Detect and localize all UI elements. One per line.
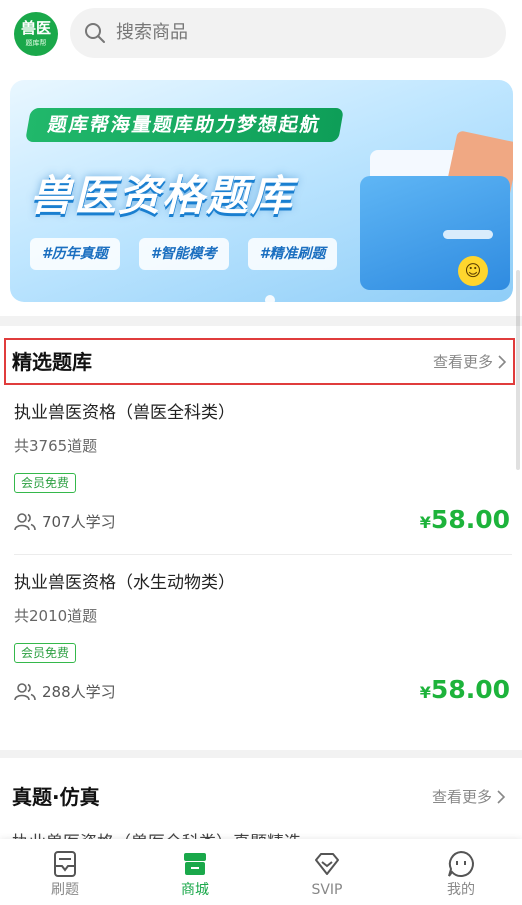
chevron-right-icon[interactable]: [496, 789, 506, 805]
users-icon: [14, 513, 36, 531]
exams-section: 真题·仿真 查看更多 执业兽医资格（兽医全科类）真题精选: [0, 758, 522, 848]
banner-chip: #历年真题: [30, 238, 120, 270]
tab-store[interactable]: 商城: [130, 839, 260, 905]
bottom-tab-bar: 刷题 商城 SVIP 我的: [0, 839, 522, 905]
section-title: 真题·仿真: [12, 785, 100, 809]
profile-chat-icon: [448, 850, 474, 877]
carousel-indicator: [265, 290, 275, 302]
tab-practice[interactable]: 刷题: [0, 839, 130, 905]
search-icon: [85, 23, 105, 43]
price: ¥58.00: [420, 674, 510, 709]
store-icon: [184, 853, 206, 875]
learner-count: 707人学习: [42, 513, 116, 531]
member-free-badge: 会员免费: [14, 473, 77, 493]
logo-sub-text: 题库帮: [25, 39, 47, 47]
app-logo[interactable]: 兽医 题库帮: [14, 12, 58, 56]
featured-section: 精选题库 查看更多 执业兽医资格（兽医全科类） 共3765道题 会员免费 707…: [0, 326, 522, 750]
chevron-right-icon[interactable]: [497, 354, 507, 370]
question-count: 共3765道题: [14, 437, 98, 455]
banner-chips: #历年真题 #智能模考 #精准刷题: [30, 238, 351, 270]
learner-count: 288人学习: [42, 683, 116, 701]
smiley-icon: ☺: [458, 256, 488, 286]
currency-symbol: ¥: [419, 513, 431, 532]
divider: [14, 554, 512, 555]
course-title: 执业兽医资格（水生动物类）: [14, 573, 235, 593]
question-count: 共2010道题: [14, 607, 98, 625]
top-bar: 兽医 题库帮 搜索商品: [0, 0, 522, 66]
price: ¥58.00: [420, 504, 510, 539]
price-value: 58.00: [430, 675, 510, 704]
featured-header: 精选题库 查看更多: [4, 338, 515, 385]
section-title: 精选题库: [12, 350, 92, 374]
tab-svip[interactable]: SVIP: [262, 839, 392, 905]
banner-tagline: 题库帮海量题库助力梦想起航: [25, 108, 345, 142]
promo-banner[interactable]: ☺ 题库帮海量题库助力梦想起航 兽医资格题库 #历年真题 #智能模考 #精准刷题: [10, 80, 513, 302]
tab-label: 刷题: [51, 882, 79, 898]
view-more-link[interactable]: 查看更多: [433, 351, 493, 373]
practice-icon: [54, 851, 76, 877]
search-placeholder: 搜索商品: [116, 22, 188, 43]
view-more-link[interactable]: 查看更多: [432, 786, 492, 808]
member-free-badge: 会员免费: [14, 643, 77, 663]
carousel-dot: [265, 295, 275, 302]
tab-label: SVIP: [311, 882, 343, 898]
logo-main-text: 兽医: [20, 19, 51, 37]
banner-title: 兽医资格题库: [30, 171, 295, 220]
banner-section: ☺ 题库帮海量题库助力梦想起航 兽医资格题库 #历年真题 #智能模考 #精准刷题: [0, 66, 522, 316]
tab-label: 我的: [447, 882, 475, 898]
course-card[interactable]: 执业兽医资格（水生动物类） 共2010道题 会员免费 288人学习 ¥58.00: [14, 570, 510, 736]
banner-folder-handle: [443, 230, 493, 239]
price-value: 58.00: [430, 505, 510, 534]
tab-label: 商城: [181, 882, 209, 898]
tab-profile[interactable]: 我的: [396, 839, 522, 905]
diamond-icon: [315, 853, 339, 875]
users-icon: [14, 683, 36, 701]
search-bar[interactable]: 搜索商品: [70, 8, 506, 58]
scrollbar[interactable]: [516, 270, 520, 470]
course-card[interactable]: 执业兽医资格（兽医全科类） 共3765道题 会员免费 707人学习 ¥58.00: [14, 400, 510, 566]
banner-chip: #精准刷题: [247, 238, 338, 270]
currency-symbol: ¥: [419, 683, 431, 702]
course-title: 执业兽医资格（兽医全科类）: [14, 403, 235, 423]
banner-chip: #智能模考: [138, 238, 229, 270]
